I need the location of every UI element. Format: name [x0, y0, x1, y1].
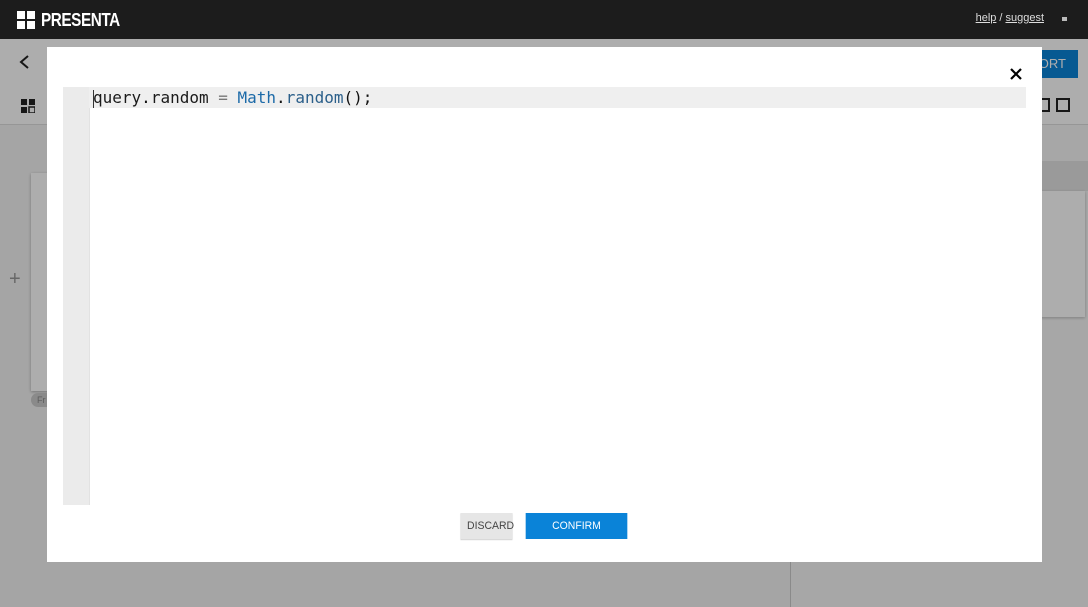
- menu-icon[interactable]: [1062, 17, 1067, 21]
- close-icon[interactable]: [1007, 65, 1025, 83]
- code-token-variable: query: [93, 88, 142, 107]
- suggest-link[interactable]: suggest: [1005, 12, 1044, 24]
- logo-grid-icon: [17, 11, 35, 29]
- discard-button[interactable]: DISCARD: [460, 513, 514, 539]
- code-token-dot: .: [141, 88, 151, 107]
- top-links: help / suggest: [976, 12, 1044, 24]
- link-separator: /: [999, 12, 1003, 24]
- code-line[interactable]: query.random = Math.random();: [89, 87, 1026, 108]
- code-token-object: Math: [237, 88, 277, 107]
- help-link[interactable]: help: [976, 12, 997, 24]
- logo[interactable]: PRESENTA: [17, 10, 134, 30]
- code-editor-modal: query.random = Math.random(); DISCARD CO…: [47, 47, 1042, 562]
- top-bar: PRESENTA help / suggest: [0, 0, 1088, 39]
- code-token-dot: .: [276, 88, 286, 107]
- code-token-property: random: [150, 88, 209, 107]
- code-token-function: random: [285, 88, 344, 107]
- code-token-operator: =: [208, 88, 238, 107]
- confirm-changes-button[interactable]: CONFIRM CHANGES: [525, 513, 628, 558]
- editor-gutter: [63, 87, 90, 505]
- modal-actions: DISCARD CONFIRM CHANGES: [47, 513, 1042, 558]
- brand-name: PRESENTA: [41, 9, 120, 30]
- code-token-punctuation: ();: [343, 88, 373, 107]
- code-editor[interactable]: query.random = Math.random();: [63, 87, 1026, 505]
